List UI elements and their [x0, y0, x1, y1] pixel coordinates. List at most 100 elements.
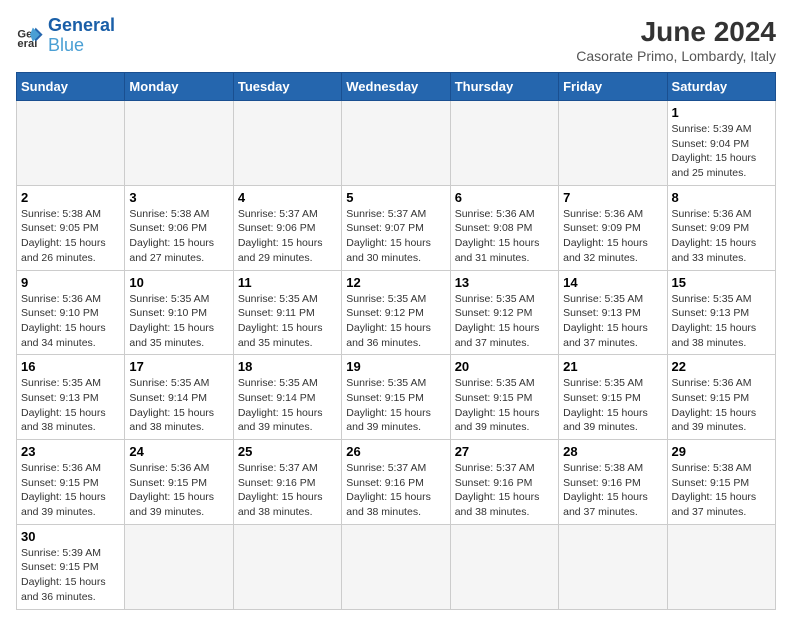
day-number: 27: [455, 444, 554, 459]
week-row-1: 1Sunrise: 5:39 AM Sunset: 9:04 PM Daylig…: [17, 101, 776, 186]
calendar-cell: 10 Sunrise: 5:35 AM Sunset: 9:10 PM Dayli…: [125, 270, 233, 355]
title-block: June 2024 Casorate Primo, Lombardy, Ital…: [576, 16, 776, 64]
calendar-cell: 9Sunrise: 5:36 AM Sunset: 9:10 PM Daylig…: [17, 270, 125, 355]
calendar-cell: 21Sunrise: 5:35 AM Sunset: 9:15 PM Dayli…: [559, 355, 667, 440]
day-number: 5: [346, 190, 445, 205]
day-info: Sunrise: 5:35 AM Sunset: 9:15 PM Dayligh…: [455, 376, 554, 435]
day-number: 23: [21, 444, 120, 459]
day-header-wednesday: Wednesday: [342, 73, 450, 101]
day-number: 7: [563, 190, 662, 205]
calendar-cell: [450, 101, 558, 186]
day-number: 18: [238, 359, 337, 374]
day-header-sunday: Sunday: [17, 73, 125, 101]
day-info: Sunrise: 5:37 AM Sunset: 9:16 PM Dayligh…: [455, 461, 554, 520]
day-info: Sunrise: 5:38 AM Sunset: 9:05 PM Dayligh…: [21, 207, 120, 266]
week-row-2: 2 Sunrise: 5:38 AM Sunset: 9:05 PM Daylig…: [17, 185, 776, 270]
calendar-cell: [125, 101, 233, 186]
day-info: Sunrise: 5:35 AM Sunset: 9:11 PM Dayligh…: [238, 292, 337, 351]
day-number: 29: [672, 444, 771, 459]
day-number: 8: [672, 190, 771, 205]
calendar-cell: 5 Sunrise: 5:37 AM Sunset: 9:07 PM Daylig…: [342, 185, 450, 270]
calendar-cell: 6 Sunrise: 5:36 AM Sunset: 9:08 PM Daylig…: [450, 185, 558, 270]
day-info: Sunrise: 5:36 AM Sunset: 9:09 PM Dayligh…: [672, 207, 771, 266]
logo-text: GeneralBlue: [48, 16, 115, 56]
calendar-cell: 27 Sunrise: 5:37 AM Sunset: 9:16 PM Dayli…: [450, 440, 558, 525]
day-info: Sunrise: 5:36 AM Sunset: 9:15 PM Dayligh…: [129, 461, 228, 520]
day-number: 6: [455, 190, 554, 205]
day-number: 16: [21, 359, 120, 374]
calendar-cell: 17Sunrise: 5:35 AM Sunset: 9:14 PM Dayli…: [125, 355, 233, 440]
day-info: Sunrise: 5:39 AM Sunset: 9:15 PM Dayligh…: [21, 546, 120, 605]
calendar-cell: 22 Sunrise: 5:36 AM Sunset: 9:15 PM Dayli…: [667, 355, 775, 440]
day-number: 30: [21, 529, 120, 544]
calendar-cell: [17, 101, 125, 186]
calendar-cell: 20 Sunrise: 5:35 AM Sunset: 9:15 PM Dayli…: [450, 355, 558, 440]
day-number: 19: [346, 359, 445, 374]
day-number: 24: [129, 444, 228, 459]
day-number: 11: [238, 275, 337, 290]
day-header-tuesday: Tuesday: [233, 73, 341, 101]
day-number: 28: [563, 444, 662, 459]
day-info: Sunrise: 5:35 AM Sunset: 9:15 PM Dayligh…: [346, 376, 445, 435]
calendar-cell: 28 Sunrise: 5:38 AM Sunset: 9:16 PM Dayli…: [559, 440, 667, 525]
calendar-cell: [559, 101, 667, 186]
day-number: 4: [238, 190, 337, 205]
day-info: Sunrise: 5:35 AM Sunset: 9:12 PM Dayligh…: [455, 292, 554, 351]
calendar-cell: 13 Sunrise: 5:35 AM Sunset: 9:12 PM Dayli…: [450, 270, 558, 355]
day-number: 14: [563, 275, 662, 290]
calendar-cell: 23Sunrise: 5:36 AM Sunset: 9:15 PM Dayli…: [17, 440, 125, 525]
calendar-cell: 2 Sunrise: 5:38 AM Sunset: 9:05 PM Daylig…: [17, 185, 125, 270]
day-number: 22: [672, 359, 771, 374]
calendar-cell: [342, 524, 450, 609]
calendar-cell: 24 Sunrise: 5:36 AM Sunset: 9:15 PM Dayli…: [125, 440, 233, 525]
calendar-cell: 18Sunrise: 5:35 AM Sunset: 9:14 PM Dayli…: [233, 355, 341, 440]
calendar-cell: [450, 524, 558, 609]
calendar-cell: [667, 524, 775, 609]
calendar-cell: 25Sunrise: 5:37 AM Sunset: 9:16 PM Dayli…: [233, 440, 341, 525]
calendar-cell: [125, 524, 233, 609]
calendar-cell: 8 Sunrise: 5:36 AM Sunset: 9:09 PM Daylig…: [667, 185, 775, 270]
day-info: Sunrise: 5:35 AM Sunset: 9:13 PM Dayligh…: [563, 292, 662, 351]
days-header-row: SundayMondayTuesdayWednesdayThursdayFrid…: [17, 73, 776, 101]
day-header-monday: Monday: [125, 73, 233, 101]
week-row-5: 23 Sunrise: 5:36 AM Sunset: 9:15 PM Dayli…: [17, 440, 776, 525]
day-number: 12: [346, 275, 445, 290]
calendar-cell: 14 Sunrise: 5:35 AM Sunset: 9:13 PM Dayli…: [559, 270, 667, 355]
day-info: Sunrise: 5:36 AM Sunset: 9:09 PM Dayligh…: [563, 207, 662, 266]
day-info: Sunrise: 5:37 AM Sunset: 9:07 PM Dayligh…: [346, 207, 445, 266]
day-info: Sunrise: 5:36 AM Sunset: 9:15 PM Dayligh…: [672, 376, 771, 435]
week-row-6: 30 Sunrise: 5:39 AM Sunset: 9:15 PM Dayli…: [17, 524, 776, 609]
calendar-cell: 16Sunrise: 5:35 AM Sunset: 9:13 PM Dayli…: [17, 355, 125, 440]
day-info: Sunrise: 5:36 AM Sunset: 9:08 PM Dayligh…: [455, 207, 554, 266]
day-info: Sunrise: 5:38 AM Sunset: 9:16 PM Dayligh…: [563, 461, 662, 520]
calendar-cell: [233, 524, 341, 609]
calendar-table: SundayMondayTuesdayWednesdayThursdayFrid…: [16, 72, 776, 610]
calendar-cell: 4Sunrise: 5:37 AM Sunset: 9:06 PM Daylig…: [233, 185, 341, 270]
day-number: 9: [21, 275, 120, 290]
calendar-cell: 30 Sunrise: 5:39 AM Sunset: 9:15 PM Dayli…: [17, 524, 125, 609]
day-number: 20: [455, 359, 554, 374]
page-header: Gen eral GeneralBlue June 2024 Casorate …: [16, 16, 776, 64]
calendar-cell: [559, 524, 667, 609]
calendar-cell: 7 Sunrise: 5:36 AM Sunset: 9:09 PM Daylig…: [559, 185, 667, 270]
day-info: Sunrise: 5:35 AM Sunset: 9:15 PM Dayligh…: [563, 376, 662, 435]
week-row-3: 9Sunrise: 5:36 AM Sunset: 9:10 PM Daylig…: [17, 270, 776, 355]
calendar-cell: 15Sunrise: 5:35 AM Sunset: 9:13 PM Dayli…: [667, 270, 775, 355]
calendar-cell: [233, 101, 341, 186]
calendar-subtitle: Casorate Primo, Lombardy, Italy: [576, 48, 776, 64]
day-info: Sunrise: 5:35 AM Sunset: 9:12 PM Dayligh…: [346, 292, 445, 351]
day-number: 10: [129, 275, 228, 290]
day-number: 26: [346, 444, 445, 459]
day-info: Sunrise: 5:37 AM Sunset: 9:16 PM Dayligh…: [238, 461, 337, 520]
day-number: 13: [455, 275, 554, 290]
day-info: Sunrise: 5:38 AM Sunset: 9:06 PM Dayligh…: [129, 207, 228, 266]
day-info: Sunrise: 5:35 AM Sunset: 9:10 PM Dayligh…: [129, 292, 228, 351]
day-number: 2: [21, 190, 120, 205]
day-info: Sunrise: 5:38 AM Sunset: 9:15 PM Dayligh…: [672, 461, 771, 520]
logo-icon: Gen eral: [16, 22, 44, 50]
logo: Gen eral GeneralBlue: [16, 16, 115, 56]
calendar-cell: 1Sunrise: 5:39 AM Sunset: 9:04 PM Daylig…: [667, 101, 775, 186]
calendar-cell: [342, 101, 450, 186]
week-row-4: 16Sunrise: 5:35 AM Sunset: 9:13 PM Dayli…: [17, 355, 776, 440]
day-header-saturday: Saturday: [667, 73, 775, 101]
